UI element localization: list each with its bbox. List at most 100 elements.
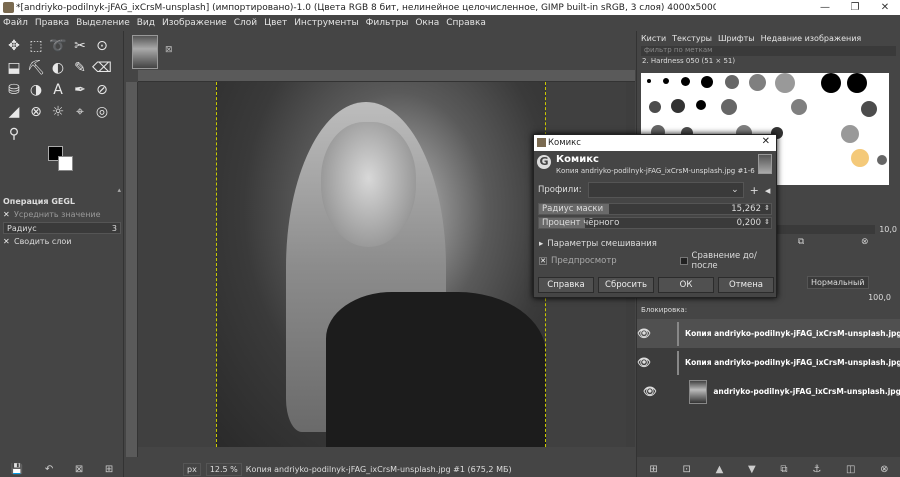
menu-help[interactable]: Справка <box>446 18 486 28</box>
menu-tools[interactable]: Инструменты <box>294 18 358 28</box>
expander-arrow-icon[interactable]: ▸ <box>539 239 543 249</box>
layer-mode-select[interactable]: Нормальный <box>807 276 869 289</box>
new-layer-icon[interactable]: ⊞ <box>649 464 657 475</box>
smudge-tool-icon[interactable]: ◑ <box>25 79 47 101</box>
layer-row[interactable]: 👁 andriyko-podilnyk-jFAG_ixCrsM-unsplash… <box>637 377 900 406</box>
bucket-fill-tool-icon[interactable]: ⛁ <box>3 79 25 101</box>
menu-filters[interactable]: Фильтры <box>366 18 409 28</box>
image-tab-close-icon[interactable]: ⊠ <box>165 45 173 55</box>
help-button[interactable]: Справка <box>538 277 594 293</box>
mask-radius-value[interactable]: 15,262 <box>731 204 761 214</box>
preview-checkbox[interactable]: ✕ <box>539 257 547 265</box>
black-percent-value[interactable]: 0,200 <box>737 218 761 228</box>
compare-option[interactable]: Сравнение до/после <box>680 251 776 271</box>
lower-layer-icon[interactable]: ▼ <box>748 464 756 475</box>
color-swatches[interactable] <box>48 146 76 174</box>
warp-tool-icon[interactable]: ◐ <box>47 57 69 79</box>
horizontal-ruler[interactable] <box>138 70 635 82</box>
blend-options-expander[interactable]: ▸ Параметры смешивания <box>534 237 776 251</box>
restore-options-icon[interactable]: ↶ <box>45 464 53 475</box>
lasso-tool-icon[interactable]: ➰ <box>47 35 69 57</box>
reset-options-icon[interactable]: ⊞ <box>105 464 113 475</box>
unit-select[interactable]: px <box>183 462 201 476</box>
compare-checkbox[interactable] <box>680 257 688 265</box>
mask-layer-icon[interactable]: ◫ <box>846 464 855 475</box>
menu-layer[interactable]: Слой <box>234 18 257 28</box>
toolbox: ✥ ⬚ ➰ ✂ ⊙ ⬓ ⛏ ◐ ✎ ⌫ ⛁ ◑ A ✒ ⊘ ◢ ⊗ ☼ ⌖ ◎ … <box>0 31 124 477</box>
move-tool-icon[interactable]: ✥ <box>3 35 25 57</box>
tab-patterns[interactable]: Текстуры <box>672 34 712 43</box>
delete-brush-icon[interactable]: ⊗ <box>861 237 869 249</box>
brush-dock-tabs: Кисти Текстуры Шрифты Недавние изображен… <box>637 31 900 45</box>
zoom-select[interactable]: 12.5 % <box>205 462 242 476</box>
tab-brushes[interactable]: Кисти <box>641 34 666 43</box>
dress-shape <box>326 292 546 447</box>
visibility-eye-icon[interactable]: 👁 <box>637 356 651 369</box>
layer-row[interactable]: 👁 Копия andriyko-podilnyk-jFAG_ixCrsM-un… <box>637 348 900 377</box>
tab-fonts[interactable]: Шрифты <box>718 34 755 43</box>
radius-spinbox[interactable]: Радиус 3 <box>3 222 121 234</box>
menu-file[interactable]: Файл <box>3 18 28 28</box>
dialog-close-icon[interactable]: ✕ <box>762 136 770 147</box>
ok-button[interactable]: ОК <box>658 277 714 293</box>
anchor-layer-icon[interactable]: ⚓ <box>812 464 821 475</box>
visibility-eye-icon[interactable]: 👁 <box>637 385 663 398</box>
zoom-tool-icon[interactable]: ⚲ <box>3 123 25 145</box>
delete-options-icon[interactable]: ⊠ <box>75 464 83 475</box>
close-button[interactable]: ✕ <box>870 0 900 15</box>
menu-edit[interactable]: Правка <box>35 18 69 28</box>
scissors-tool-icon[interactable]: ✂ <box>69 35 91 57</box>
minimize-button[interactable]: — <box>810 0 840 15</box>
eraser-tool-icon[interactable]: ⌫ <box>91 57 113 79</box>
measure-tool-icon[interactable]: ⌖ <box>69 101 91 123</box>
duplicate-layer-icon[interactable]: ⧉ <box>780 464 787 475</box>
delete-layer-icon[interactable]: ⊗ <box>880 464 888 475</box>
transform-tool-icon[interactable]: ⛏ <box>25 57 47 79</box>
menu-select[interactable]: Выделение <box>76 18 130 28</box>
merge-option[interactable]: ✕ Сводить слои <box>0 235 124 248</box>
checkbox-icon[interactable]: ✕ <box>3 238 10 246</box>
new-group-icon[interactable]: ⊡ <box>682 464 690 475</box>
gradient-tool-icon[interactable]: ◢ <box>3 101 25 123</box>
raise-layer-icon[interactable]: ▲ <box>716 464 724 475</box>
preset-menu-icon[interactable]: ◂ <box>765 184 771 197</box>
rect-select-tool-icon[interactable]: ⬚ <box>25 35 47 57</box>
menu-colors[interactable]: Цвет <box>264 18 287 28</box>
background-color[interactable] <box>58 156 73 171</box>
maximize-button[interactable]: ❐ <box>840 0 870 15</box>
vertical-ruler[interactable] <box>126 82 138 457</box>
radius-value[interactable]: 3 <box>112 224 117 233</box>
menu-view[interactable]: Вид <box>137 18 155 28</box>
brush-tag-filter[interactable]: фильтр по меткам <box>641 46 896 56</box>
checkbox-icon[interactable]: ✕ <box>3 211 10 219</box>
clone-tool-icon[interactable]: ⊗ <box>25 101 47 123</box>
mask-radius-slider[interactable]: Радиус маски 15,262 ⇕ <box>538 203 772 215</box>
spin-arrows-icon[interactable]: ⇕ <box>764 204 770 212</box>
crop-tool-icon[interactable]: ⬓ <box>3 57 25 79</box>
text-tool-icon[interactable]: A <box>47 79 69 101</box>
dodge-tool-icon[interactable]: ☼ <box>47 101 69 123</box>
image-tab-thumbnail[interactable] <box>132 35 158 69</box>
menu-windows[interactable]: Окна <box>415 18 439 28</box>
smooth-option[interactable]: ✕ Усреднить значение <box>0 208 124 221</box>
menu-image[interactable]: Изображение <box>162 18 227 28</box>
panel-menu-icon[interactable]: ▴ <box>0 186 124 195</box>
paintbrush-tool-icon[interactable]: ✎ <box>69 57 91 79</box>
visibility-eye-icon[interactable]: 👁 <box>637 327 651 340</box>
status-info: Копия andriyko-podilnyk-jFAG_ixCrsM-unsp… <box>245 464 512 474</box>
reset-button[interactable]: Сбросить <box>598 277 654 293</box>
duplicate-brush-icon[interactable]: ⧉ <box>798 237 804 249</box>
cancel-button[interactable]: Отмена <box>718 277 774 293</box>
save-options-icon[interactable]: 💾 <box>11 464 23 475</box>
black-percent-slider[interactable]: Процент чёрного 0,200 ⇕ <box>538 217 772 229</box>
color-picker-tool-icon[interactable]: ✒ <box>69 79 91 101</box>
paths-tool-icon[interactable]: ◎ <box>91 101 113 123</box>
add-preset-icon[interactable]: + <box>750 184 759 197</box>
brush-size-value[interactable]: 10,0 <box>879 225 897 234</box>
heal-tool-icon[interactable]: ⊘ <box>91 79 113 101</box>
fuzzy-select-tool-icon[interactable]: ⊙ <box>91 35 113 57</box>
tab-recent-images[interactable]: Недавние изображения <box>761 34 862 43</box>
layer-row[interactable]: 👁 Копия andriyko-podilnyk-jFAG_ixCrsM-un… <box>637 319 900 348</box>
spin-arrows-icon[interactable]: ⇕ <box>764 218 770 226</box>
profiles-select[interactable]: ⌄ <box>587 182 744 198</box>
